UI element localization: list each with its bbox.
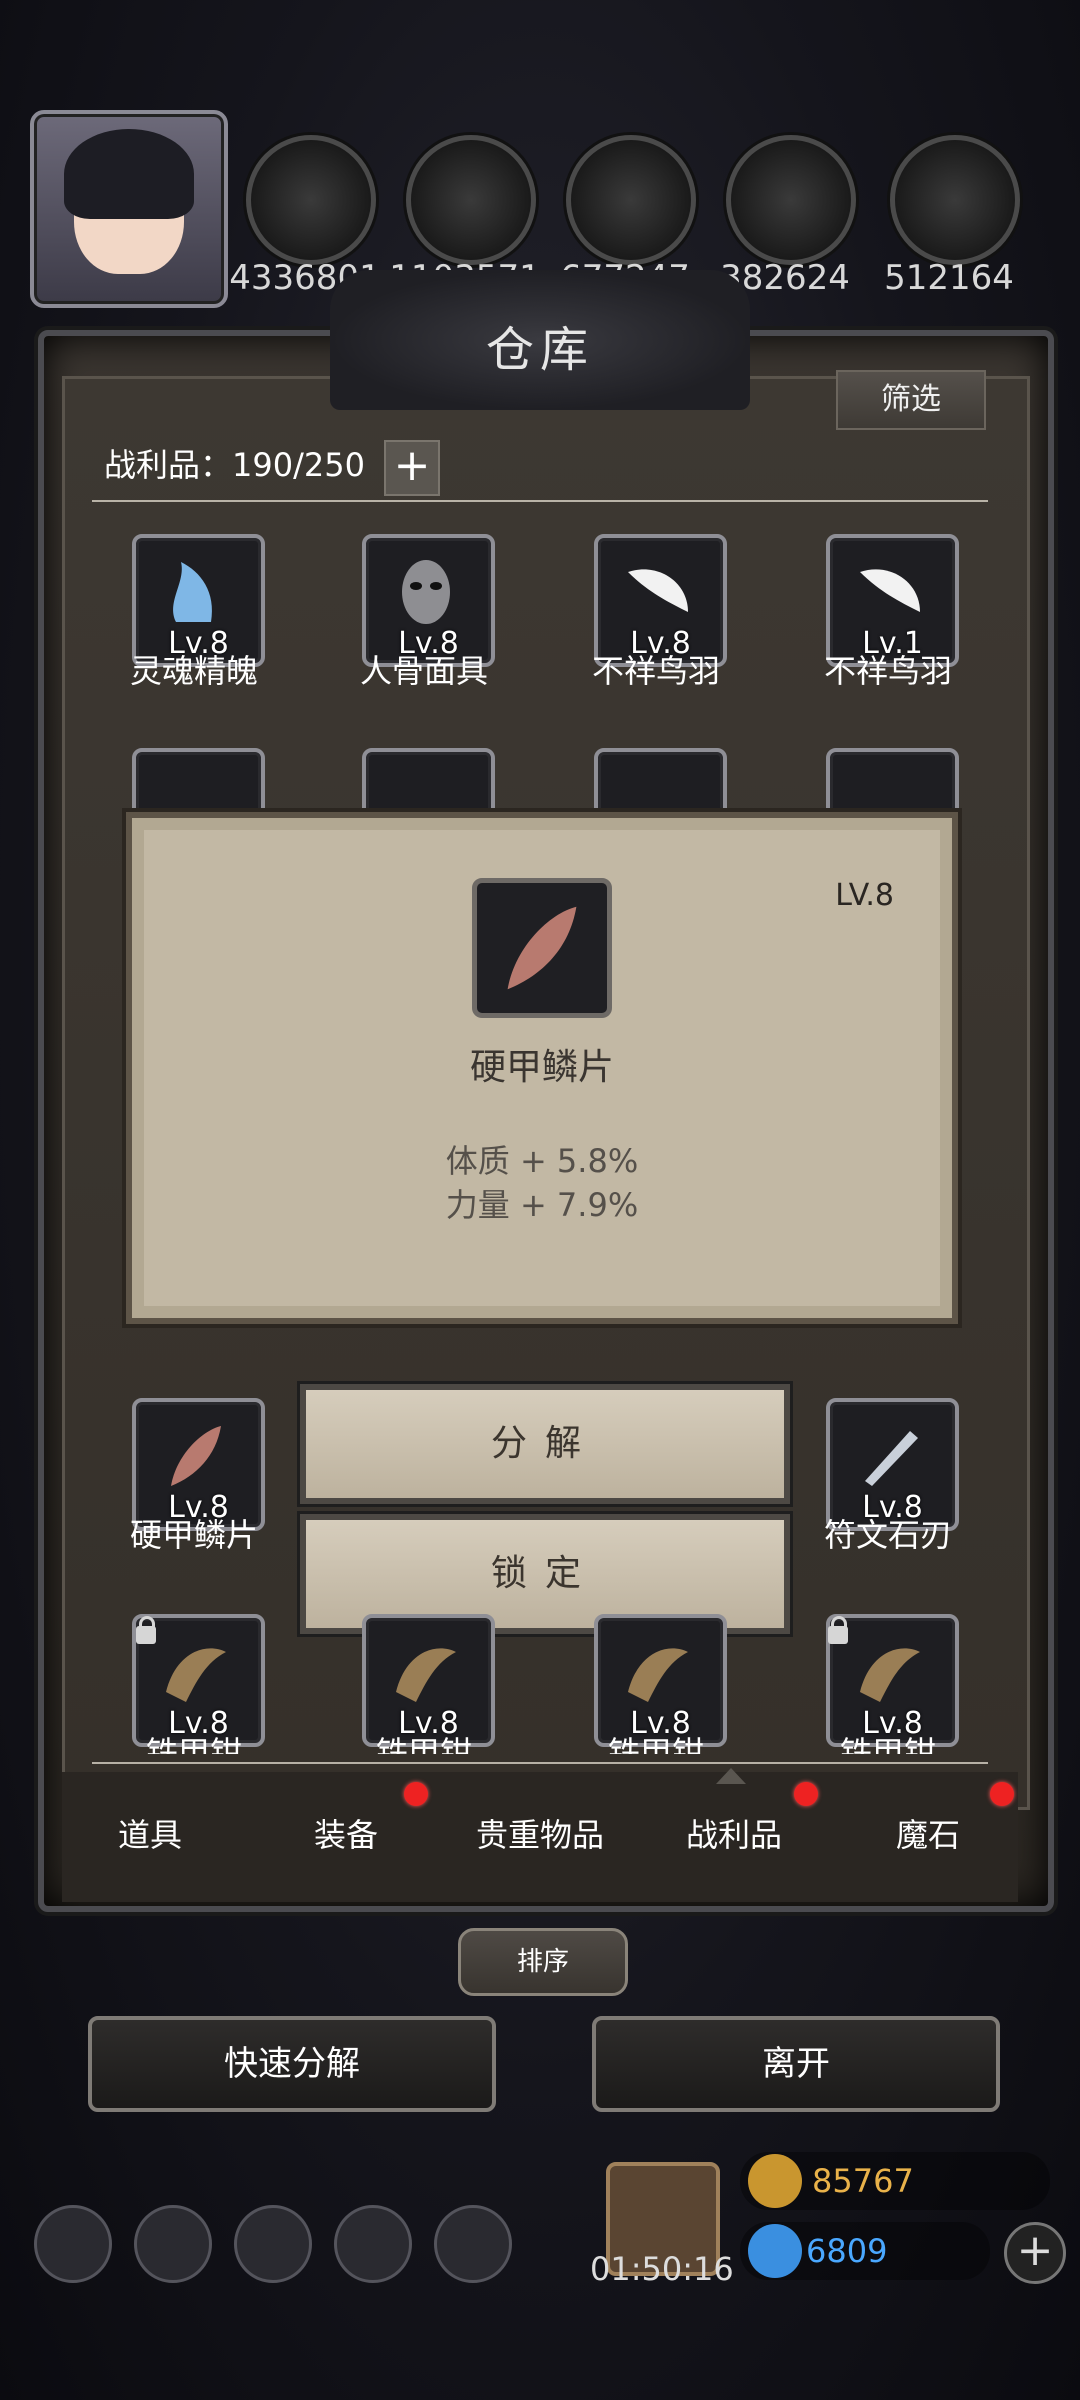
settings-icon[interactable] bbox=[34, 2205, 112, 2283]
claw-icon bbox=[628, 1648, 688, 1702]
item-name: 不祥鸟羽 bbox=[591, 652, 720, 690]
tab-equipment[interactable]: 装备 bbox=[256, 1810, 436, 1856]
add-currency-button[interactable]: + bbox=[1004, 2222, 1066, 2284]
sort-button[interactable]: 排序 bbox=[458, 1928, 628, 1996]
white-feather-icon bbox=[860, 569, 920, 612]
mail-icon[interactable] bbox=[334, 2205, 412, 2283]
item-name: 硬甲鳞片 bbox=[129, 1516, 258, 1554]
item-name: 灵魂精魄 bbox=[129, 652, 258, 690]
tab-items[interactable]: 道具 bbox=[60, 1810, 240, 1856]
divider bbox=[92, 1762, 988, 1764]
hard-scale-icon bbox=[171, 1426, 221, 1486]
shop-icon[interactable] bbox=[434, 2205, 512, 2283]
hard-scale-icon bbox=[507, 906, 577, 990]
tooltip-item-name: 硬甲鳞片 bbox=[469, 1047, 614, 1088]
lock-icon bbox=[828, 1616, 848, 1644]
tooltip-level: LV.8 bbox=[835, 878, 894, 913]
decompose-button[interactable]: 分解 bbox=[300, 1384, 790, 1504]
crystal-icon bbox=[726, 135, 856, 265]
tab-loot[interactable]: 战利品 bbox=[644, 1810, 824, 1856]
leave-button[interactable]: 离开 bbox=[592, 2016, 1000, 2112]
gold-amount: 85767 bbox=[812, 2162, 914, 2200]
filter-button[interactable]: 筛选 bbox=[836, 370, 986, 430]
tooltip-stat: 力量 + 7.9% bbox=[445, 1186, 639, 1224]
lock-icon bbox=[136, 1616, 156, 1644]
gold-coin-icon bbox=[748, 2154, 802, 2208]
resource-value: 512164 bbox=[884, 258, 1014, 298]
claw-icon bbox=[396, 1648, 456, 1702]
badge-dot bbox=[404, 1782, 428, 1806]
item-name: 不祥鸟羽 bbox=[823, 652, 952, 690]
tab-valuables[interactable]: 贵重物品 bbox=[450, 1810, 630, 1856]
white-feather-icon bbox=[628, 569, 688, 612]
item-name: 人骨面具 bbox=[359, 652, 488, 690]
item-name: 铁甲钳 bbox=[839, 1734, 936, 1754]
badge-dot bbox=[794, 1782, 818, 1806]
iron-ingot-icon bbox=[566, 135, 696, 265]
item-name: 符文石刃 bbox=[823, 1516, 952, 1554]
avatar-face bbox=[64, 129, 194, 274]
gem-amount: 6809 bbox=[806, 2232, 888, 2270]
item-tooltip: LV.8 硬甲鳞片 体质 + 5.8% 力量 + 7.9% bbox=[126, 812, 958, 1324]
loot-count-label: 战利品：190/250 bbox=[104, 446, 365, 484]
claw-icon bbox=[860, 1648, 920, 1702]
tooltip-item-frame bbox=[472, 878, 612, 1018]
gift-timer: 01:50:16 bbox=[590, 2250, 734, 2288]
wood-plank-icon bbox=[406, 135, 536, 265]
tab-magic-stone[interactable]: 魔石 bbox=[838, 1810, 1018, 1856]
quick-decompose-button[interactable]: 快速分解 bbox=[88, 2016, 496, 2112]
item-name: 铁甲钳 bbox=[375, 1734, 472, 1754]
item-name: 铁甲钳 bbox=[145, 1734, 242, 1754]
tooltip-stat: 体质 + 5.8% bbox=[445, 1142, 639, 1180]
rune-blade-icon bbox=[865, 1431, 918, 1486]
ranking-icon[interactable] bbox=[234, 2205, 312, 2283]
stone-block-icon bbox=[890, 135, 1020, 265]
badge-dot bbox=[990, 1782, 1014, 1806]
bone-mask-icon bbox=[402, 560, 450, 624]
player-avatar[interactable] bbox=[30, 110, 228, 308]
item-name: 铁甲钳 bbox=[607, 1734, 704, 1754]
gem-icon bbox=[748, 2224, 802, 2278]
star-icon[interactable] bbox=[134, 2205, 212, 2283]
soul-essence-icon bbox=[173, 562, 212, 622]
expand-capacity-button[interactable]: + bbox=[384, 440, 440, 496]
divider bbox=[92, 500, 988, 502]
copper-ore-icon bbox=[246, 135, 376, 265]
claw-icon bbox=[166, 1648, 226, 1702]
